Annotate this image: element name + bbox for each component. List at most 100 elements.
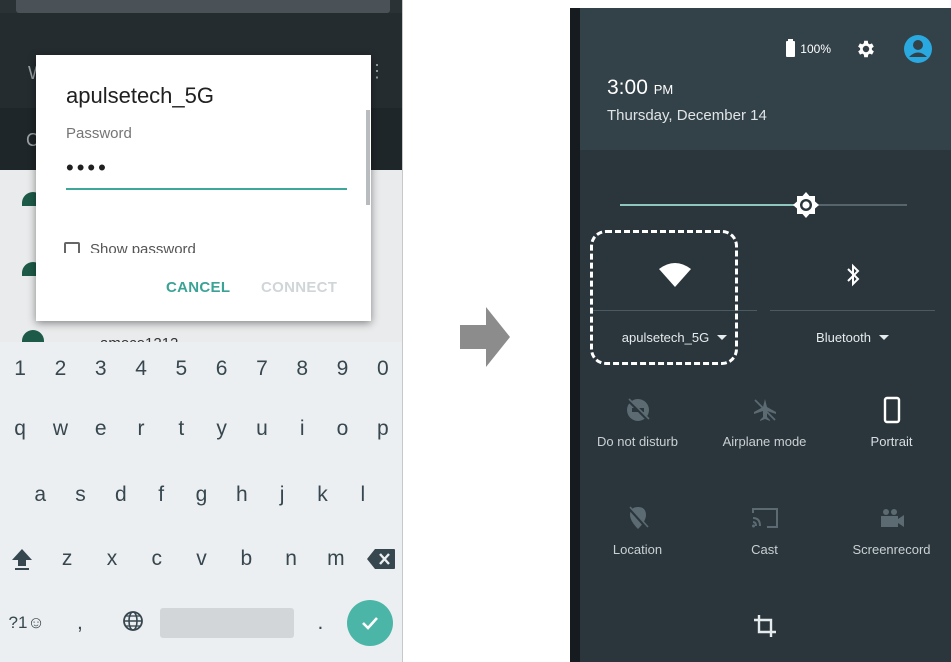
key[interactable]: q xyxy=(0,414,40,444)
key[interactable]: k xyxy=(302,480,342,510)
password-field[interactable]: •••• xyxy=(66,157,109,179)
key[interactable]: y xyxy=(201,414,241,444)
cancel-button[interactable]: CANCEL xyxy=(166,279,230,296)
key[interactable]: c xyxy=(134,544,179,574)
key[interactable]: 9 xyxy=(322,354,362,384)
brightness-icon[interactable] xyxy=(792,191,820,219)
crop-icon xyxy=(701,608,828,644)
airplane-icon xyxy=(701,392,828,428)
key[interactable]: a xyxy=(20,480,60,510)
show-password-checkbox[interactable] xyxy=(64,242,80,253)
screenrecord-icon xyxy=(828,500,951,536)
key[interactable]: g xyxy=(181,480,221,510)
key[interactable]: m xyxy=(313,544,358,574)
brightness-track-filled xyxy=(620,204,794,206)
key[interactable]: s xyxy=(60,480,100,510)
account-icon[interactable] xyxy=(903,34,933,64)
key[interactable]: 5 xyxy=(161,354,201,384)
bluetooth-dropdown[interactable]: Bluetooth xyxy=(770,330,935,345)
shift-key[interactable] xyxy=(0,544,45,574)
key[interactable]: 2 xyxy=(40,354,80,384)
battery-percentage: 100% xyxy=(800,42,831,56)
airplane-mode-tile[interactable]: Airplane mode xyxy=(701,392,828,472)
key[interactable]: u xyxy=(242,414,282,444)
checkmark-icon xyxy=(362,617,378,630)
key[interactable]: j xyxy=(262,480,302,510)
crop-tile[interactable] xyxy=(701,608,828,662)
screenrecord-tile[interactable]: Screenrecord xyxy=(828,500,951,580)
key[interactable]: z xyxy=(45,544,90,574)
key[interactable]: x xyxy=(90,544,135,574)
status-icons: 100% xyxy=(786,34,933,64)
key[interactable]: 1 xyxy=(0,354,40,384)
tile-label: Cast xyxy=(751,542,778,557)
key[interactable]: 4 xyxy=(121,354,161,384)
language-key[interactable] xyxy=(107,608,160,646)
status-bar xyxy=(16,0,390,13)
key[interactable]: l xyxy=(343,480,383,510)
do-not-disturb-tile[interactable]: Do not disturb xyxy=(574,392,701,472)
location-tile[interactable]: Location xyxy=(574,500,701,580)
tile-divider xyxy=(770,310,935,311)
space-key[interactable] xyxy=(159,608,294,638)
clock: 3:00 PM xyxy=(607,76,673,100)
date[interactable]: Thursday, December 14 xyxy=(607,107,767,124)
wifi-password-screen: W ⋮ C amoco1212 apulsetech_5G Password •… xyxy=(0,0,403,662)
key[interactable]: n xyxy=(269,544,314,574)
backspace-icon xyxy=(366,549,395,569)
brightness-track-empty xyxy=(818,204,907,206)
brightness-slider[interactable] xyxy=(620,191,907,219)
password-label: Password xyxy=(66,125,132,142)
keyboard-row-2: a s d f g h j k l xyxy=(0,480,402,510)
keyboard-row-1: q w e r t y u i o p xyxy=(0,414,402,444)
globe-icon xyxy=(123,611,144,631)
tile-label: Airplane mode xyxy=(722,434,807,449)
wifi-password-dialog: apulsetech_5G Password •••• Show passwor… xyxy=(36,55,371,321)
portrait-icon xyxy=(828,392,951,428)
portrait-tile[interactable]: Portrait xyxy=(828,392,951,472)
key[interactable]: f xyxy=(141,480,181,510)
key[interactable]: t xyxy=(161,414,201,444)
key[interactable]: i xyxy=(282,414,322,444)
key[interactable]: w xyxy=(40,414,80,444)
bluetooth-icon xyxy=(770,262,935,293)
key[interactable]: o xyxy=(322,414,362,444)
clock-time: 3:00 xyxy=(607,76,648,99)
dialog-title: apulsetech_5G xyxy=(66,83,214,108)
backspace-key[interactable] xyxy=(358,544,402,574)
chevron-down-icon xyxy=(878,335,889,340)
connect-button[interactable]: CONNECT xyxy=(261,279,337,296)
key[interactable]: 0 xyxy=(363,354,402,384)
key[interactable]: p xyxy=(363,414,402,444)
dialog-scrollbar[interactable] xyxy=(366,110,370,205)
tile-label: Portrait xyxy=(870,434,913,449)
location-icon xyxy=(574,500,701,536)
clock-suffix: PM xyxy=(653,82,674,97)
shift-icon xyxy=(12,549,33,570)
period-key[interactable]: . xyxy=(294,608,347,646)
key[interactable]: 8 xyxy=(282,354,322,384)
bluetooth-tile[interactable]: Bluetooth xyxy=(770,232,935,362)
key[interactable]: 6 xyxy=(201,354,241,384)
cast-icon xyxy=(701,500,828,536)
gear-icon[interactable] xyxy=(855,38,877,60)
tile-label: Screenrecord xyxy=(852,542,931,557)
soft-keyboard: 1 2 3 4 5 6 7 8 9 0 q w e r t y u i o p … xyxy=(0,342,402,662)
key[interactable]: d xyxy=(101,480,141,510)
tile-label: Do not disturb xyxy=(597,434,678,449)
key[interactable]: b xyxy=(224,544,269,574)
symbols-key[interactable]: ?1☺ xyxy=(0,608,53,646)
key[interactable]: 7 xyxy=(242,354,282,384)
key[interactable]: 3 xyxy=(81,354,121,384)
cast-tile[interactable]: Cast xyxy=(701,500,828,580)
key[interactable]: e xyxy=(81,414,121,444)
comma-key[interactable]: , xyxy=(53,608,106,646)
battery-icon xyxy=(786,39,796,57)
password-underline xyxy=(66,188,347,190)
show-password-option[interactable]: Show password xyxy=(64,241,196,253)
key[interactable]: r xyxy=(121,414,161,444)
enter-key[interactable] xyxy=(347,600,393,646)
wifi-highlight-box xyxy=(590,230,738,365)
key[interactable]: v xyxy=(179,544,224,574)
key[interactable]: h xyxy=(222,480,262,510)
